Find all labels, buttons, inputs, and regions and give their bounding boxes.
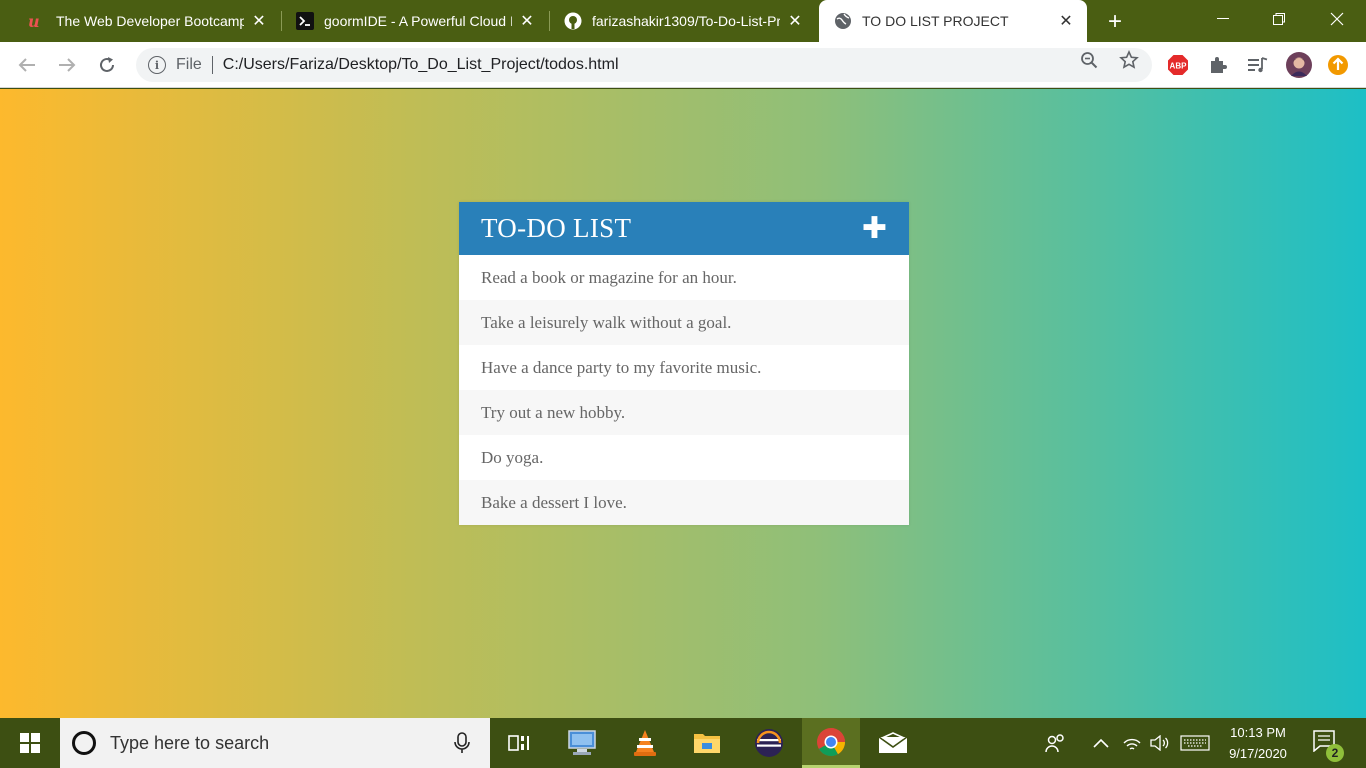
todo-list: Read a book or magazine for an hour. Tak… <box>459 255 909 525</box>
tab-title: The Web Developer Bootcamp <box>56 13 244 29</box>
tab-todo-list-project[interactable]: TO DO LIST PROJECT ✕ <box>819 0 1087 42</box>
wifi-icon[interactable] <box>1121 718 1143 768</box>
action-center-icon[interactable]: 2 <box>1310 728 1344 762</box>
volume-icon[interactable] <box>1148 718 1172 768</box>
taskbar-search-box[interactable]: Type here to search <box>60 718 490 768</box>
tab-goormide[interactable]: goormIDE - A Powerful Cloud IDE ✕ <box>296 0 548 42</box>
microphone-icon[interactable] <box>454 732 474 754</box>
media-queue-icon[interactable] <box>1247 54 1269 76</box>
todo-item[interactable]: Have a dance party to my favorite music. <box>459 345 909 390</box>
tab-title: farizashakir1309/To-Do-List-Project <box>592 13 780 29</box>
windows-start-icon[interactable] <box>0 718 60 768</box>
eclipse-icon[interactable] <box>740 718 798 768</box>
tab-title: TO DO LIST PROJECT <box>862 13 1009 29</box>
tab-separator <box>549 11 550 31</box>
close-icon[interactable]: ✕ <box>518 12 536 30</box>
close-icon[interactable]: ✕ <box>786 12 804 30</box>
svg-text:u: u <box>28 13 40 29</box>
search-placeholder: Type here to search <box>110 732 270 753</box>
extensions-puzzle-icon[interactable] <box>1207 54 1229 76</box>
todo-title: TO-DO LIST <box>481 213 632 243</box>
address-bar[interactable]: i File C:/Users/Fariza/Desktop/To_Do_Lis… <box>136 48 1152 82</box>
keyboard-icon[interactable] <box>1178 718 1212 768</box>
tab-title: goormIDE - A Powerful Cloud IDE <box>324 13 512 29</box>
todo-item[interactable]: Bake a dessert I love. <box>459 480 909 525</box>
people-icon[interactable] <box>1042 718 1070 768</box>
close-icon[interactable]: ✕ <box>1057 12 1075 30</box>
back-button[interactable] <box>14 52 40 78</box>
bookmark-star-icon[interactable] <box>1118 49 1140 71</box>
todo-item[interactable]: Try out a new hobby. <box>459 390 909 435</box>
mail-icon[interactable] <box>864 718 922 768</box>
info-icon[interactable]: i <box>148 56 166 74</box>
adblock-label: ABP <box>1170 62 1188 71</box>
new-tab-button[interactable]: + <box>1101 8 1129 36</box>
file-explorer-icon[interactable] <box>678 718 736 768</box>
task-view-icon[interactable] <box>491 718 549 768</box>
forward-button[interactable] <box>54 52 80 78</box>
terminal-icon <box>296 12 314 30</box>
address-url[interactable]: C:/Users/Fariza/Desktop/To_Do_List_Proje… <box>223 56 619 74</box>
browser-titlebar: u The Web Developer Bootcamp ✕ goormIDE … <box>0 0 1366 42</box>
address-scheme: File <box>176 56 202 73</box>
todo-header: TO-DO LIST ✚ <box>459 202 909 255</box>
github-icon <box>564 12 582 30</box>
page-background: TO-DO LIST ✚ Read a book or magazine for… <box>0 89 1366 718</box>
remote-desktop-icon[interactable] <box>553 718 611 768</box>
update-arrow-icon[interactable] <box>1327 54 1349 76</box>
browser-toolbar: i File C:/Users/Fariza/Desktop/To_Do_Lis… <box>0 42 1366 88</box>
tab-web-developer-bootcamp[interactable]: u The Web Developer Bootcamp ✕ <box>28 0 280 42</box>
taskbar-clock[interactable]: 10:13 PM 9/17/2020 <box>1216 722 1300 764</box>
clock-date: 9/17/2020 <box>1229 746 1287 761</box>
notification-badge: 2 <box>1326 744 1344 762</box>
reload-button[interactable] <box>94 52 120 78</box>
todo-item[interactable]: Do yoga. <box>459 435 909 480</box>
tab-github-repo[interactable]: farizashakir1309/To-Do-List-Project ✕ <box>564 0 816 42</box>
cortana-icon <box>72 731 96 755</box>
tab-separator <box>281 11 282 31</box>
clock-time: 10:13 PM <box>1230 725 1286 740</box>
zoom-icon[interactable] <box>1078 49 1100 71</box>
close-window-button[interactable] <box>1308 0 1366 38</box>
todo-container: TO-DO LIST ✚ Read a book or magazine for… <box>459 202 909 525</box>
chrome-icon[interactable] <box>802 718 860 768</box>
todo-item[interactable]: Take a leisurely walk without a goal. <box>459 300 909 345</box>
udemy-icon: u <box>28 12 46 30</box>
divider <box>211 56 213 74</box>
profile-avatar[interactable] <box>1286 52 1312 78</box>
add-todo-plus-icon[interactable]: ✚ <box>862 213 887 244</box>
vlc-icon[interactable] <box>616 718 674 768</box>
globe-icon <box>834 12 852 30</box>
chevron-up-icon[interactable] <box>1090 718 1112 768</box>
adblock-icon[interactable]: ABP <box>1167 54 1189 76</box>
minimize-button[interactable] <box>1194 0 1252 38</box>
windows-taskbar: Type here to search 10:13 PM 9/17/2020 2 <box>0 718 1366 768</box>
close-icon[interactable]: ✕ <box>250 12 268 30</box>
todo-item[interactable]: Read a book or magazine for an hour. <box>459 255 909 300</box>
restore-button[interactable] <box>1250 0 1308 38</box>
